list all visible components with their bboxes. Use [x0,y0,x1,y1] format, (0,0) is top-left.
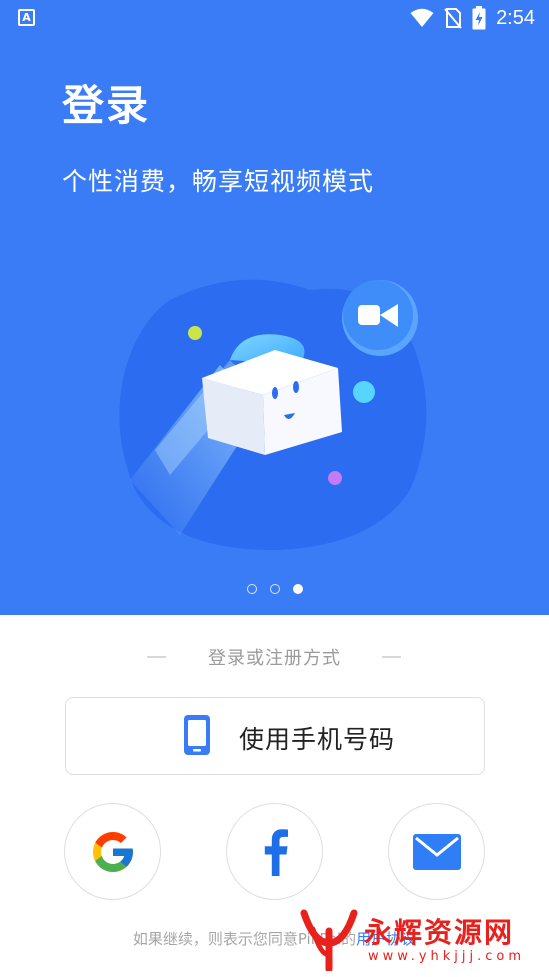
facebook-login-button[interactable] [226,803,323,900]
hero-banner: A 2:54 登录 个性消费，畅享短视频模式 [0,0,549,615]
status-bar: A 2:54 [0,0,549,36]
flying-cube-video-illustration [119,279,427,551]
email-icon [412,833,461,870]
login-method-label: 登录或注册方式 [208,648,341,669]
status-time: 2:54 [496,6,535,29]
email-login-button[interactable] [388,803,485,900]
watermark-url: www.yhkjjj.com [368,948,526,964]
page-title: 登录 [62,81,151,130]
watermark-text-block: 永辉资源网 www.yhkjjj.com [364,915,526,964]
wifi-icon [410,8,434,27]
login-method-divider: 登录或注册方式 [0,644,549,670]
google-login-button[interactable] [64,803,161,900]
watermark-name: 永辉资源网 [364,915,515,949]
smartphone-icon [184,715,210,755]
phone-login-label: 使用手机号码 [239,725,396,754]
carousel-dot[interactable] [246,584,257,594]
page-subtitle: 个性消费，畅享短视频模式 [62,167,375,196]
carousel-dot[interactable] [269,584,280,594]
no-sim-icon [444,8,462,29]
carousel-indicator [0,584,549,594]
battery-charging-icon [472,6,486,30]
divider-line-right [382,656,401,658]
facebook-icon [264,828,288,876]
phone-login-button[interactable]: 使用手机号码 [65,697,485,775]
watermark-logo-icon [300,909,358,971]
watermark: 永辉资源网 www.yhkjjj.com [300,905,525,975]
google-icon [92,831,133,872]
app-notification-icon: A [18,9,35,26]
status-icons: 2:54 [410,5,535,31]
carousel-dot-active[interactable] [292,584,303,594]
